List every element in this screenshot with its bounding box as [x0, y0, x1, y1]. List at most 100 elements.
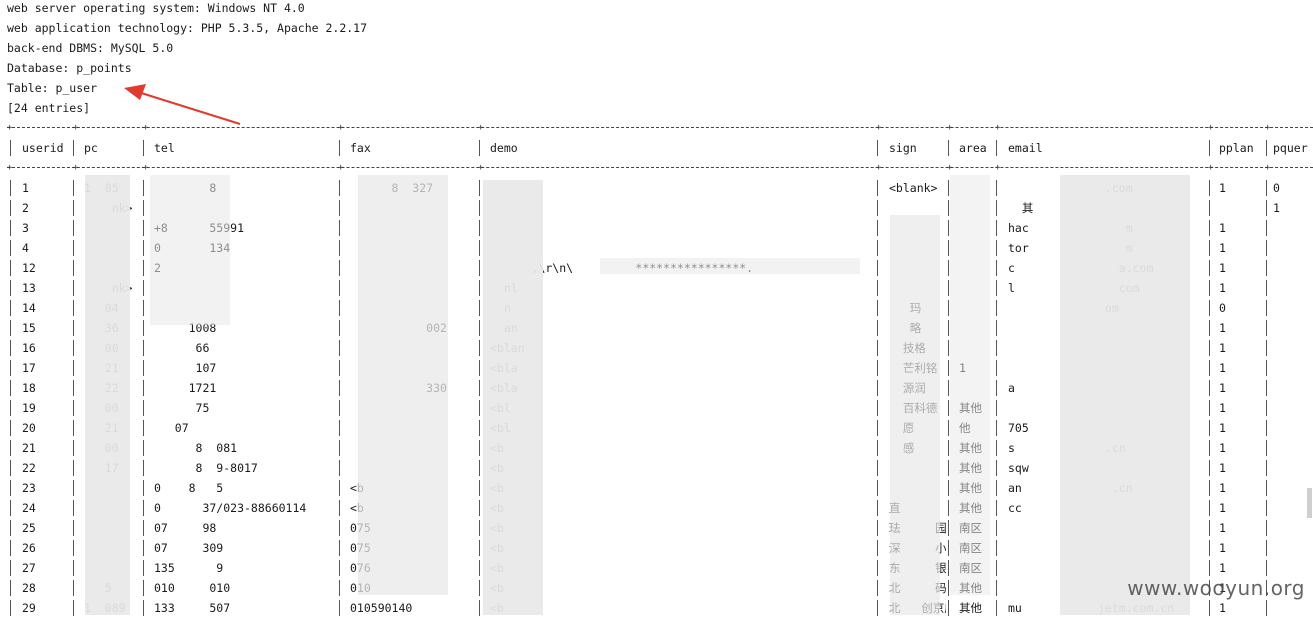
column-divider: [877, 200, 878, 216]
column-divider: [339, 400, 340, 416]
column-divider: [1209, 280, 1210, 296]
column-divider: [948, 140, 949, 156]
column-divider: [339, 320, 340, 336]
column-divider: [339, 240, 340, 256]
column-divider: [877, 320, 878, 336]
tel-cell: 75: [154, 401, 210, 415]
column-header-fax: fax: [350, 141, 371, 155]
pplan-cell: 1: [1219, 521, 1226, 535]
column-divider: [996, 320, 997, 336]
column-divider: [1266, 140, 1267, 156]
column-divider: [1266, 420, 1267, 436]
demo-cell: <bla: [490, 358, 875, 378]
column-divider: [996, 560, 997, 576]
pquer-cell: [1273, 238, 1313, 258]
sign-cell: <blank>: [889, 181, 938, 195]
column-divider: [339, 460, 340, 476]
column-divider: [10, 200, 11, 216]
column-divider: [143, 320, 144, 336]
column-divider: [479, 440, 480, 456]
column-divider: [339, 500, 340, 516]
column-divider: [73, 520, 74, 536]
column-divider: [479, 540, 480, 556]
column-divider: [73, 320, 74, 336]
column-divider: [996, 360, 997, 376]
column-divider: [877, 340, 878, 356]
userid-cell: 24: [22, 501, 36, 515]
column-divider: [73, 480, 74, 496]
sqlmap-output-window: { "header_lines": [ "web server operatin…: [0, 0, 1313, 616]
column-divider: [948, 440, 949, 456]
column-divider: [339, 600, 340, 616]
column-divider: [948, 580, 949, 596]
column-header-sign: sign: [889, 141, 917, 155]
column-divider: [143, 280, 144, 296]
column-divider: [877, 460, 878, 476]
column-divider: [10, 560, 11, 576]
column-divider: [877, 500, 878, 516]
column-header-tel: tel: [154, 141, 175, 155]
red-arrow-annotation: [124, 84, 241, 125]
column-divider: [479, 320, 480, 336]
pquer-cell: [1273, 278, 1313, 298]
column-divider: [996, 260, 997, 276]
column-divider: [143, 460, 144, 476]
column-divider: [1209, 200, 1210, 216]
column-divider: [948, 380, 949, 396]
column-divider: [948, 420, 949, 436]
tel-cell: 07: [154, 421, 189, 435]
pquer-cell: [1273, 218, 1313, 238]
column-divider: [143, 340, 144, 356]
column-divider: [1209, 320, 1210, 336]
column-divider: [10, 340, 11, 356]
column-divider: [948, 460, 949, 476]
column-divider: [877, 440, 878, 456]
pplan-cell: 1: [1219, 481, 1226, 495]
pixelation-mask: [1060, 175, 1190, 615]
userid-cell: 16: [22, 341, 36, 355]
column-divider: [877, 380, 878, 396]
column-divider: [73, 340, 74, 356]
column-divider: [479, 180, 480, 196]
scrollbar-thumb[interactable]: [1307, 488, 1312, 518]
column-divider: [1209, 360, 1210, 376]
demo-cell: n: [490, 298, 875, 318]
pplan-cell: 1: [1219, 321, 1226, 335]
pquer-cell: [1273, 358, 1313, 378]
pplan-cell: 1: [1219, 281, 1226, 295]
column-divider: [143, 260, 144, 276]
column-divider: [1266, 480, 1267, 496]
column-divider: [1266, 600, 1267, 616]
column-divider: [339, 540, 340, 556]
column-divider: [73, 140, 74, 156]
column-divider: [479, 280, 480, 296]
column-divider: [1266, 340, 1267, 356]
column-divider: [1266, 200, 1267, 216]
column-divider: [10, 360, 11, 376]
column-divider: [996, 140, 997, 156]
userid-cell: 18: [22, 381, 36, 395]
column-divider: [877, 360, 878, 376]
demo-cell: <b: [490, 538, 875, 558]
column-divider: [1209, 420, 1210, 436]
column-divider: [996, 600, 997, 616]
demo-cell: [490, 198, 875, 218]
tel-cell: 0 37/023-88660114: [154, 501, 307, 515]
pquer-cell: [1273, 538, 1313, 558]
column-divider: [479, 260, 480, 276]
pixelation-mask: [600, 258, 860, 274]
column-divider: [143, 380, 144, 396]
pquer-cell: [1273, 518, 1313, 538]
column-header-area: area: [959, 141, 987, 155]
column-divider: [73, 380, 74, 396]
column-divider: [948, 600, 949, 616]
column-divider: [143, 180, 144, 196]
column-divider: [339, 580, 340, 596]
column-divider: [1266, 520, 1267, 536]
column-divider: [1266, 500, 1267, 516]
column-divider: [339, 560, 340, 576]
column-divider: [10, 460, 11, 476]
column-divider: [339, 300, 340, 316]
userid-cell: 25: [22, 521, 36, 535]
userid-cell: 15: [22, 321, 36, 335]
